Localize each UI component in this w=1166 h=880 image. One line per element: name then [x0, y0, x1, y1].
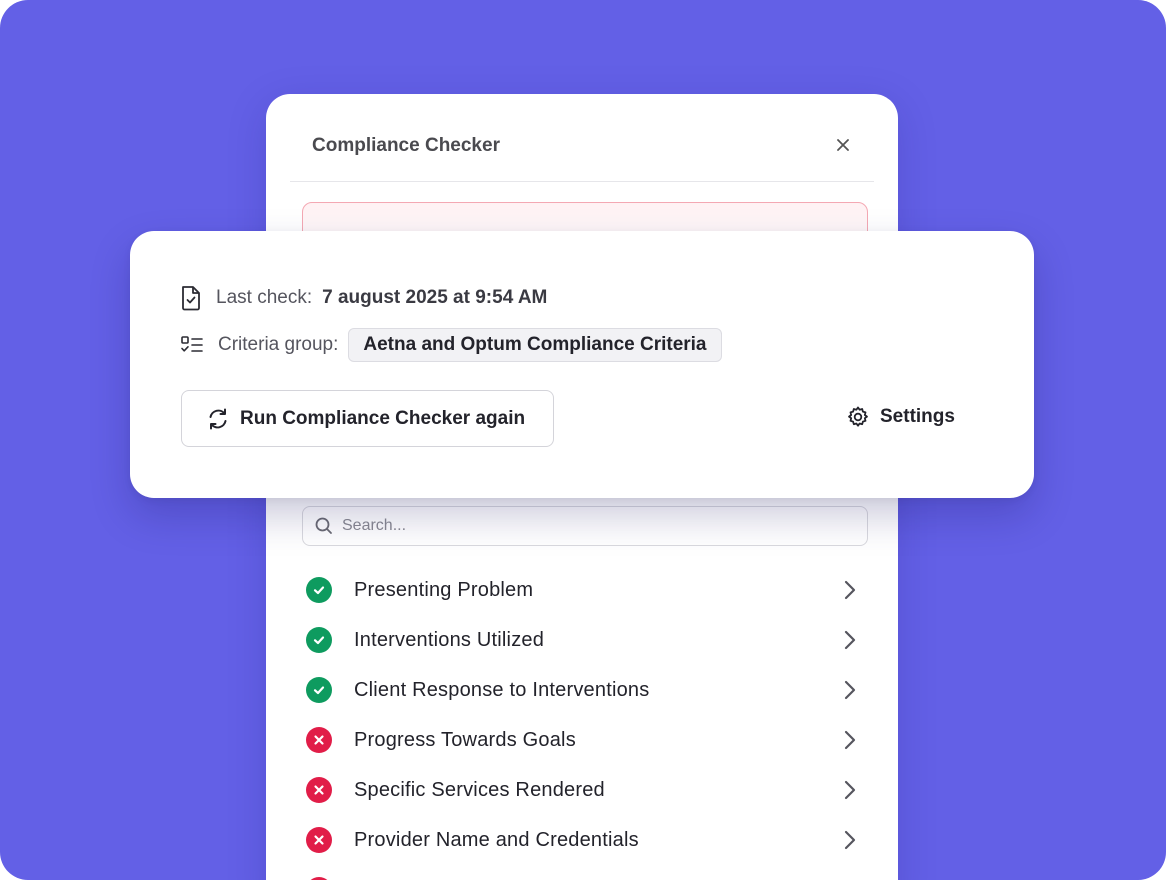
checklist-icon [181, 336, 203, 352]
panel-header: Compliance Checker [290, 94, 874, 182]
run-again-button[interactable]: Run Compliance Checker again [181, 390, 554, 447]
criteria-item[interactable]: Progress Towards Goals [306, 715, 866, 765]
criteria-item[interactable]: Client Response to Interventions [306, 665, 866, 715]
chevron-right-icon [844, 730, 856, 750]
background: Compliance Checker Presenting Problem [0, 0, 1166, 880]
criteria-group-badge: Aetna and Optum Compliance Criteria [348, 328, 722, 362]
close-icon [837, 139, 849, 151]
chevron-right-icon [844, 830, 856, 850]
gear-icon [848, 406, 868, 427]
x-icon [306, 827, 332, 853]
last-check-value: 7 august 2025 at 9:54 AM [322, 287, 548, 308]
panel-title: Compliance Checker [312, 135, 500, 156]
run-again-label: Run Compliance Checker again [240, 407, 526, 429]
x-icon [306, 727, 332, 753]
check-icon [306, 627, 332, 653]
criteria-item[interactable]: Provider Name and Credentials [306, 815, 866, 865]
criteria-label: Client Response to Interventions [354, 678, 650, 701]
last-check-card: Last check: 7 august 2025 at 9:54 AM Cri… [130, 231, 1034, 498]
last-check-label: Last check: [216, 287, 313, 308]
criteria-list: Presenting Problem Interventions Utilize… [306, 565, 866, 880]
criteria-label: Specific Services Rendered [354, 778, 605, 801]
close-button[interactable] [832, 134, 854, 156]
chevron-right-icon [844, 580, 856, 600]
criteria-item[interactable] [306, 865, 866, 880]
criteria-label: Presenting Problem [354, 578, 534, 601]
check-icon [306, 577, 332, 603]
criteria-label: Interventions Utilized [354, 628, 545, 651]
criteria-item[interactable]: Interventions Utilized [306, 615, 866, 665]
refresh-icon [209, 408, 227, 429]
criteria-item[interactable]: Presenting Problem [306, 565, 866, 615]
file-check-icon [182, 286, 200, 311]
criteria-label: Provider Name and Credentials [354, 828, 639, 851]
last-check-row: Last check: 7 august 2025 at 9:54 AM [180, 285, 547, 311]
search-box[interactable] [302, 506, 868, 546]
settings-label: Settings [880, 406, 955, 427]
criteria-item[interactable]: Specific Services Rendered [306, 765, 866, 815]
criteria-group-row: Criteria group: Aetna and Optum Complian… [180, 328, 722, 362]
settings-button[interactable]: Settings [846, 405, 955, 429]
criteria-group-label: Criteria group: [218, 334, 339, 355]
search-input[interactable] [342, 517, 822, 535]
search-icon [315, 517, 332, 534]
chevron-right-icon [844, 680, 856, 700]
criteria-label: Progress Towards Goals [354, 728, 576, 751]
x-icon [306, 777, 332, 803]
check-icon [306, 677, 332, 703]
chevron-right-icon [844, 630, 856, 650]
chevron-right-icon [844, 780, 856, 800]
